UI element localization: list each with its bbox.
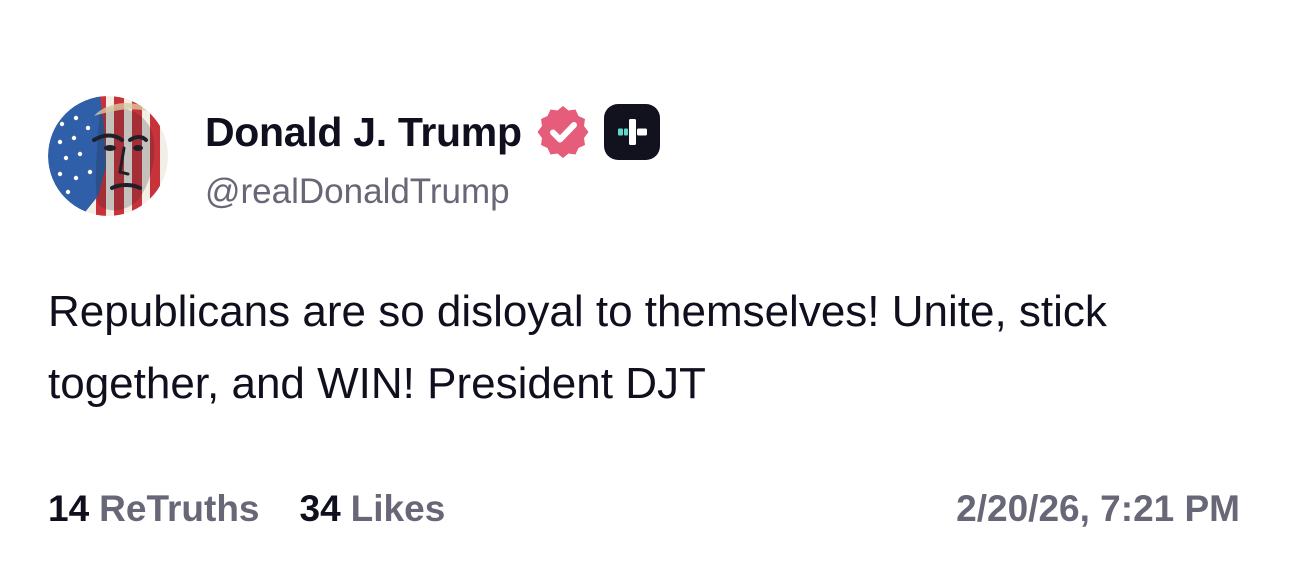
author-handle[interactable]: @realDonaldTrump (205, 172, 510, 212)
retruths-stat[interactable]: 14 ReTruths (48, 488, 260, 530)
retruths-label: ReTruths (99, 488, 260, 529)
author-name-row: Donald J. Trump (205, 104, 660, 160)
verified-badge-icon (537, 106, 589, 158)
post-text: Republicans are so disloyal to themselve… (48, 287, 1107, 408)
likes-count: 34 (299, 488, 341, 529)
plus-badge-icon (603, 104, 660, 160)
post-timestamp: 2/20/26, 7:21 PM (956, 488, 1240, 529)
truth-post: Donald J. Trump @realDonaldTrump Republi… (0, 0, 1290, 585)
avatar-flag-portrait-icon (48, 96, 168, 216)
author-display-name[interactable]: Donald J. Trump (205, 109, 522, 156)
author-avatar[interactable] (48, 96, 168, 216)
likes-stat[interactable]: 34 Likes (300, 488, 446, 530)
post-stats: 14 ReTruths 34 Likes (48, 485, 445, 533)
likes-label: Likes (350, 488, 446, 529)
retruths-count: 14 (48, 488, 90, 529)
